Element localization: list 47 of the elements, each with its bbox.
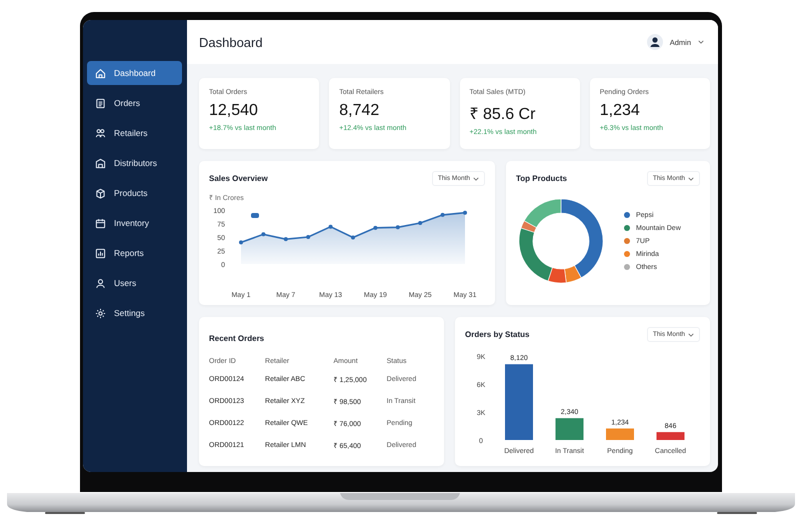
data-point (328, 224, 333, 229)
data-point (373, 226, 378, 230)
legend-swatch (251, 213, 259, 218)
data-point (351, 236, 355, 240)
data-point (396, 225, 400, 230)
caret-icon (698, 40, 704, 44)
user-icon (95, 278, 106, 288)
card-title: Recent Orders (209, 334, 264, 343)
data-point (306, 235, 310, 239)
bar (656, 432, 684, 440)
avatar-icon (646, 34, 663, 50)
calendar-icon (95, 218, 106, 228)
people-icon (95, 128, 106, 138)
list-icon (95, 98, 106, 108)
stat-value: 1,234 (600, 102, 641, 120)
data-point (463, 210, 467, 215)
caret-icon (688, 176, 694, 180)
bar (556, 418, 584, 440)
stat-value: 8,742 (339, 102, 380, 120)
chart-icon (95, 248, 106, 258)
sidebar-item[interactable]: Distributors (87, 151, 182, 175)
box-icon (95, 188, 106, 198)
stat-value: ₹ 85.6 Cr (470, 105, 536, 124)
sidebar-item[interactable]: Retailers (87, 121, 182, 145)
sidebar-item[interactable]: Inventory (87, 211, 182, 235)
sidebar-item[interactable]: Settings (87, 301, 182, 325)
building-icon (95, 158, 106, 168)
card-title: Top Products (516, 174, 567, 183)
stat-value: 12,540 (209, 102, 259, 120)
caret-icon (473, 176, 479, 180)
data-point (440, 212, 445, 217)
sidebar-item[interactable]: Users (87, 271, 182, 295)
bar (606, 428, 634, 440)
data-point (261, 232, 266, 236)
card-title: Sales Overview (209, 174, 268, 183)
sidebar-item[interactable]: Products (87, 181, 182, 205)
sidebar-item[interactable]: Reports (87, 241, 182, 265)
sidebar-item[interactable]: Orders (87, 91, 182, 115)
caret-icon (688, 332, 694, 336)
data-point (418, 220, 422, 225)
page-title: Dashboard (199, 34, 263, 50)
data-point (239, 240, 243, 244)
sidebar-item[interactable]: Dashboard (87, 61, 182, 85)
data-point (284, 237, 288, 242)
house-icon (95, 68, 106, 78)
card-title: Orders by Status (465, 330, 530, 339)
settings-icon (95, 308, 106, 318)
